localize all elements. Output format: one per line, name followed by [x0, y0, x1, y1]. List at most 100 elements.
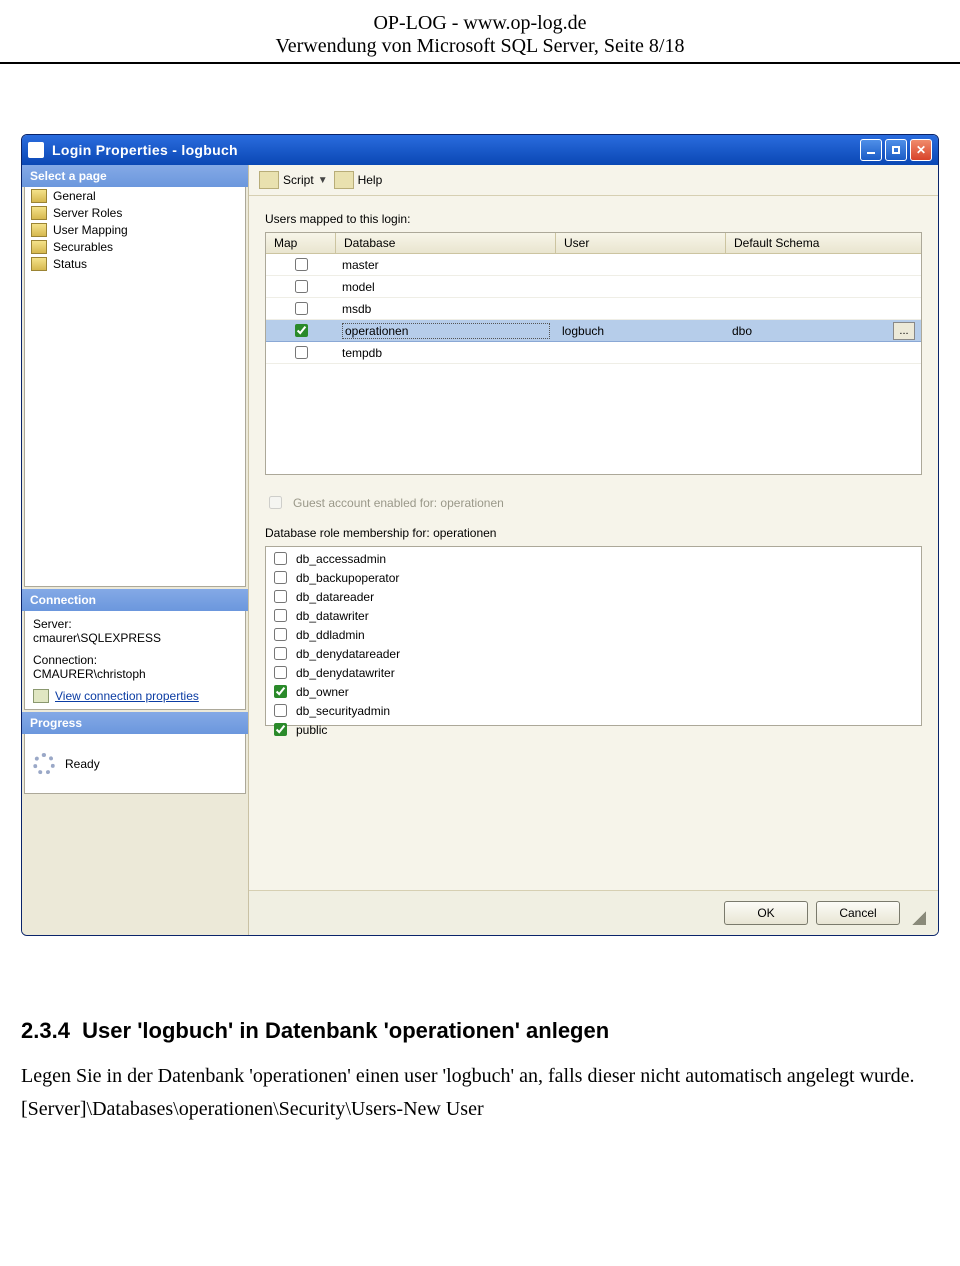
- guest-checkbox: [269, 496, 282, 509]
- role-checkbox[interactable]: [274, 552, 287, 565]
- page-icon: [31, 223, 47, 237]
- table-row[interactable]: operationenlogbuchdbo...: [266, 320, 921, 342]
- help-label: Help: [358, 173, 383, 187]
- col-user[interactable]: User: [556, 233, 726, 253]
- doc-header: OP-LOG - www.op-log.de Verwendung von Mi…: [0, 0, 960, 64]
- page-securables[interactable]: Securables: [25, 238, 245, 255]
- role-name: db_ddladmin: [296, 628, 365, 642]
- maximize-button[interactable]: [885, 139, 907, 161]
- role-item[interactable]: db_ddladmin: [268, 625, 919, 644]
- page-icon: [31, 206, 47, 220]
- section-title: User 'logbuch' in Datenbank 'operationen…: [82, 1018, 609, 1043]
- role-item[interactable]: db_securityadmin: [268, 701, 919, 720]
- map-checkbox[interactable]: [295, 324, 308, 337]
- role-item[interactable]: db_datawriter: [268, 606, 919, 625]
- minimize-icon: [867, 152, 875, 154]
- view-connection-link[interactable]: View connection properties: [33, 689, 237, 703]
- col-database[interactable]: Database: [336, 233, 556, 253]
- mapped-users-label: Users mapped to this login:: [265, 212, 922, 226]
- page-general[interactable]: General: [25, 187, 245, 204]
- page-label: Status: [53, 257, 87, 271]
- role-name: db_securityadmin: [296, 704, 390, 718]
- map-checkbox[interactable]: [295, 280, 308, 293]
- page-user-mapping[interactable]: User Mapping: [25, 221, 245, 238]
- page-icon: [31, 189, 47, 203]
- help-button[interactable]: Help: [334, 171, 383, 189]
- dialog-window: Login Properties - logbuch ✕ Select a pa…: [21, 134, 939, 936]
- guest-label: Guest account enabled for: operationen: [293, 496, 504, 510]
- progress-status: Ready: [65, 757, 100, 771]
- role-checkbox[interactable]: [274, 685, 287, 698]
- page-icon: [31, 257, 47, 271]
- map-checkbox[interactable]: [295, 258, 308, 271]
- page-list: General Server Roles User Mapping Secura…: [24, 187, 246, 587]
- properties-icon: [33, 689, 49, 703]
- map-checkbox[interactable]: [295, 302, 308, 315]
- section-number: 2.3.4: [21, 1018, 70, 1043]
- role-name: db_backupoperator: [296, 571, 399, 585]
- page-status[interactable]: Status: [25, 255, 245, 272]
- grid-header: Map Database User Default Schema: [266, 233, 921, 254]
- maximize-icon: [892, 146, 900, 154]
- close-button[interactable]: ✕: [910, 139, 932, 161]
- page-label: User Mapping: [53, 223, 128, 237]
- db-cell: model: [336, 280, 556, 294]
- connection-header: Connection: [22, 589, 248, 611]
- role-list: db_accessadmin db_backupoperator db_datare…: [265, 546, 922, 726]
- schema-browse-button[interactable]: ...: [893, 322, 915, 340]
- cancel-button[interactable]: Cancel: [816, 901, 900, 925]
- spinner-icon: [33, 753, 55, 775]
- toolbar: Script ▼ Help: [249, 165, 938, 196]
- paragraph-2: [Server]\Databases\operationen\Security\…: [21, 1097, 939, 1122]
- role-item[interactable]: db_denydatareader: [268, 644, 919, 663]
- role-item[interactable]: db_datareader: [268, 587, 919, 606]
- role-name: db_datareader: [296, 590, 374, 604]
- role-item[interactable]: db_backupoperator: [268, 568, 919, 587]
- role-checkbox[interactable]: [274, 704, 287, 717]
- header-line2: Verwendung von Microsoft SQL Server, Sei…: [0, 35, 960, 58]
- button-row: OK Cancel: [249, 890, 938, 935]
- section-heading: 2.3.4 User 'logbuch' in Datenbank 'opera…: [21, 1018, 939, 1044]
- role-checkbox[interactable]: [274, 723, 287, 736]
- role-checkbox[interactable]: [274, 628, 287, 641]
- table-row[interactable]: model: [266, 276, 921, 298]
- header-line1: OP-LOG - www.op-log.de: [0, 12, 960, 35]
- page-label: Server Roles: [53, 206, 122, 220]
- window-title: Login Properties - logbuch: [52, 142, 857, 158]
- minimize-button[interactable]: [860, 139, 882, 161]
- role-name: db_denydatawriter: [296, 666, 395, 680]
- page-label: Securables: [53, 240, 113, 254]
- role-item[interactable]: db_accessadmin: [268, 549, 919, 568]
- role-checkbox[interactable]: [274, 571, 287, 584]
- page-icon: [31, 240, 47, 254]
- role-name: db_owner: [296, 685, 349, 699]
- role-checkbox[interactable]: [274, 666, 287, 679]
- table-row[interactable]: tempdb: [266, 342, 921, 364]
- table-row[interactable]: master: [266, 254, 921, 276]
- progress-header: Progress: [22, 712, 248, 734]
- db-cell: msdb: [336, 302, 556, 316]
- role-name: db_datawriter: [296, 609, 369, 623]
- script-button[interactable]: Script ▼: [259, 171, 328, 189]
- script-icon: [259, 171, 279, 189]
- role-checkbox[interactable]: [274, 590, 287, 603]
- titlebar[interactable]: Login Properties - logbuch ✕: [22, 135, 938, 165]
- ok-button[interactable]: OK: [724, 901, 808, 925]
- user-mapping-grid: Map Database User Default Schema master m…: [265, 232, 922, 475]
- user-cell: logbuch: [556, 324, 726, 338]
- connection-panel: Server: cmaurer\SQLEXPRESS Connection: C…: [24, 611, 246, 710]
- col-map[interactable]: Map: [266, 233, 336, 253]
- role-checkbox[interactable]: [274, 647, 287, 660]
- select-page-header: Select a page: [22, 165, 248, 187]
- page-label: General: [53, 189, 96, 203]
- role-item[interactable]: db_denydatawriter: [268, 663, 919, 682]
- page-server-roles[interactable]: Server Roles: [25, 204, 245, 221]
- role-item[interactable]: db_owner: [268, 682, 919, 701]
- col-schema[interactable]: Default Schema: [726, 233, 921, 253]
- resize-grip[interactable]: [912, 911, 926, 925]
- table-row[interactable]: msdb: [266, 298, 921, 320]
- app-icon: [28, 142, 44, 158]
- map-checkbox[interactable]: [295, 346, 308, 359]
- role-checkbox[interactable]: [274, 609, 287, 622]
- role-item[interactable]: public: [268, 720, 919, 739]
